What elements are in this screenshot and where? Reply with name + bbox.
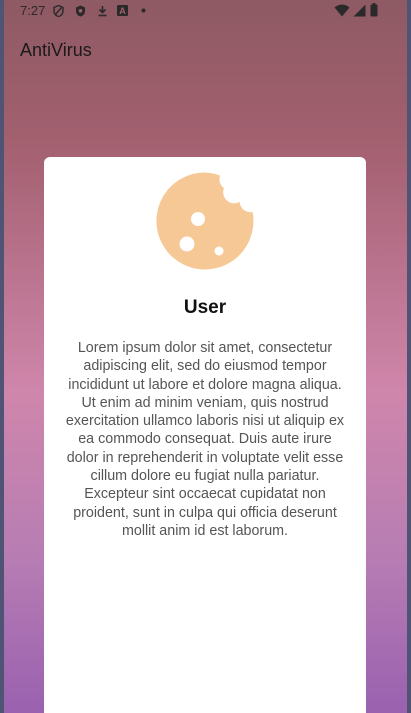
dialog-body-text: Lorem ipsum dolor sit amet, consectetur … — [65, 340, 345, 539]
app-a-icon: A — [117, 5, 128, 16]
battery-icon — [370, 3, 378, 17]
status-bar: 7:27 A — [0, 0, 411, 22]
user-dialog-card: User Lorem ipsum dolor sit amet, consect… — [44, 157, 366, 713]
download-icon — [98, 6, 107, 17]
dot-icon — [141, 8, 146, 13]
cookie-icon — [156, 172, 254, 270]
signal-icon — [353, 4, 366, 17]
app-title: AntiVirus — [20, 40, 92, 60]
screen-edge-left — [0, 0, 4, 713]
wifi-icon — [334, 4, 350, 17]
status-time: 7:27 — [20, 3, 46, 18]
shield-outline-icon — [76, 5, 85, 17]
svg-text:A: A — [119, 6, 126, 16]
dialog-title: User — [183, 297, 227, 318]
screen-edge-right — [407, 0, 411, 713]
app-screen: 7:27 A AntiVirus User Lorem ipsum dolor … — [0, 0, 411, 713]
shield-icon — [53, 5, 64, 17]
